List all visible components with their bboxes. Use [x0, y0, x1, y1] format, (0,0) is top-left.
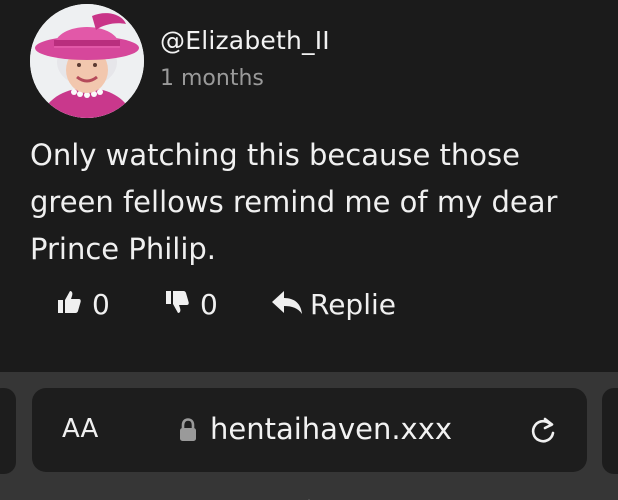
username[interactable]: @Elizabeth_II	[160, 26, 330, 55]
like-button[interactable]: 0	[56, 284, 110, 324]
reply-button[interactable]: Replie	[270, 284, 396, 324]
text-size-button[interactable]: AA	[62, 414, 98, 444]
reload-icon[interactable]	[528, 416, 558, 450]
lock-icon	[178, 418, 198, 446]
avatar[interactable]	[30, 4, 144, 118]
comment-card: @Elizabeth_II 1 months Only watching thi…	[0, 0, 618, 372]
thumbs-up-icon	[56, 289, 82, 319]
url-text[interactable]: hentaihaven.xxx	[210, 412, 452, 446]
avatar-image	[30, 4, 144, 118]
timestamp: 1 months	[160, 66, 264, 91]
address-bar[interactable]: AA hentaihaven.xxx	[32, 388, 587, 472]
previous-tab-preview[interactable]	[0, 388, 16, 474]
dislike-count: 0	[200, 287, 218, 321]
thumbs-down-icon	[164, 289, 190, 319]
reply-label: Replie	[310, 287, 396, 321]
next-tab-preview[interactable]	[602, 388, 618, 474]
dislike-button[interactable]: 0	[164, 284, 218, 324]
reply-arrow-icon	[270, 288, 304, 320]
chevron-up-icon[interactable]	[296, 492, 322, 500]
screen: @Elizabeth_II 1 months Only watching thi…	[0, 0, 618, 500]
comment-text: Only watching this because those green f…	[30, 138, 558, 266]
browser-toolbar: AA hentaihaven.xxx	[0, 372, 618, 500]
like-count: 0	[92, 287, 110, 321]
text-size-label: AA	[62, 414, 99, 444]
